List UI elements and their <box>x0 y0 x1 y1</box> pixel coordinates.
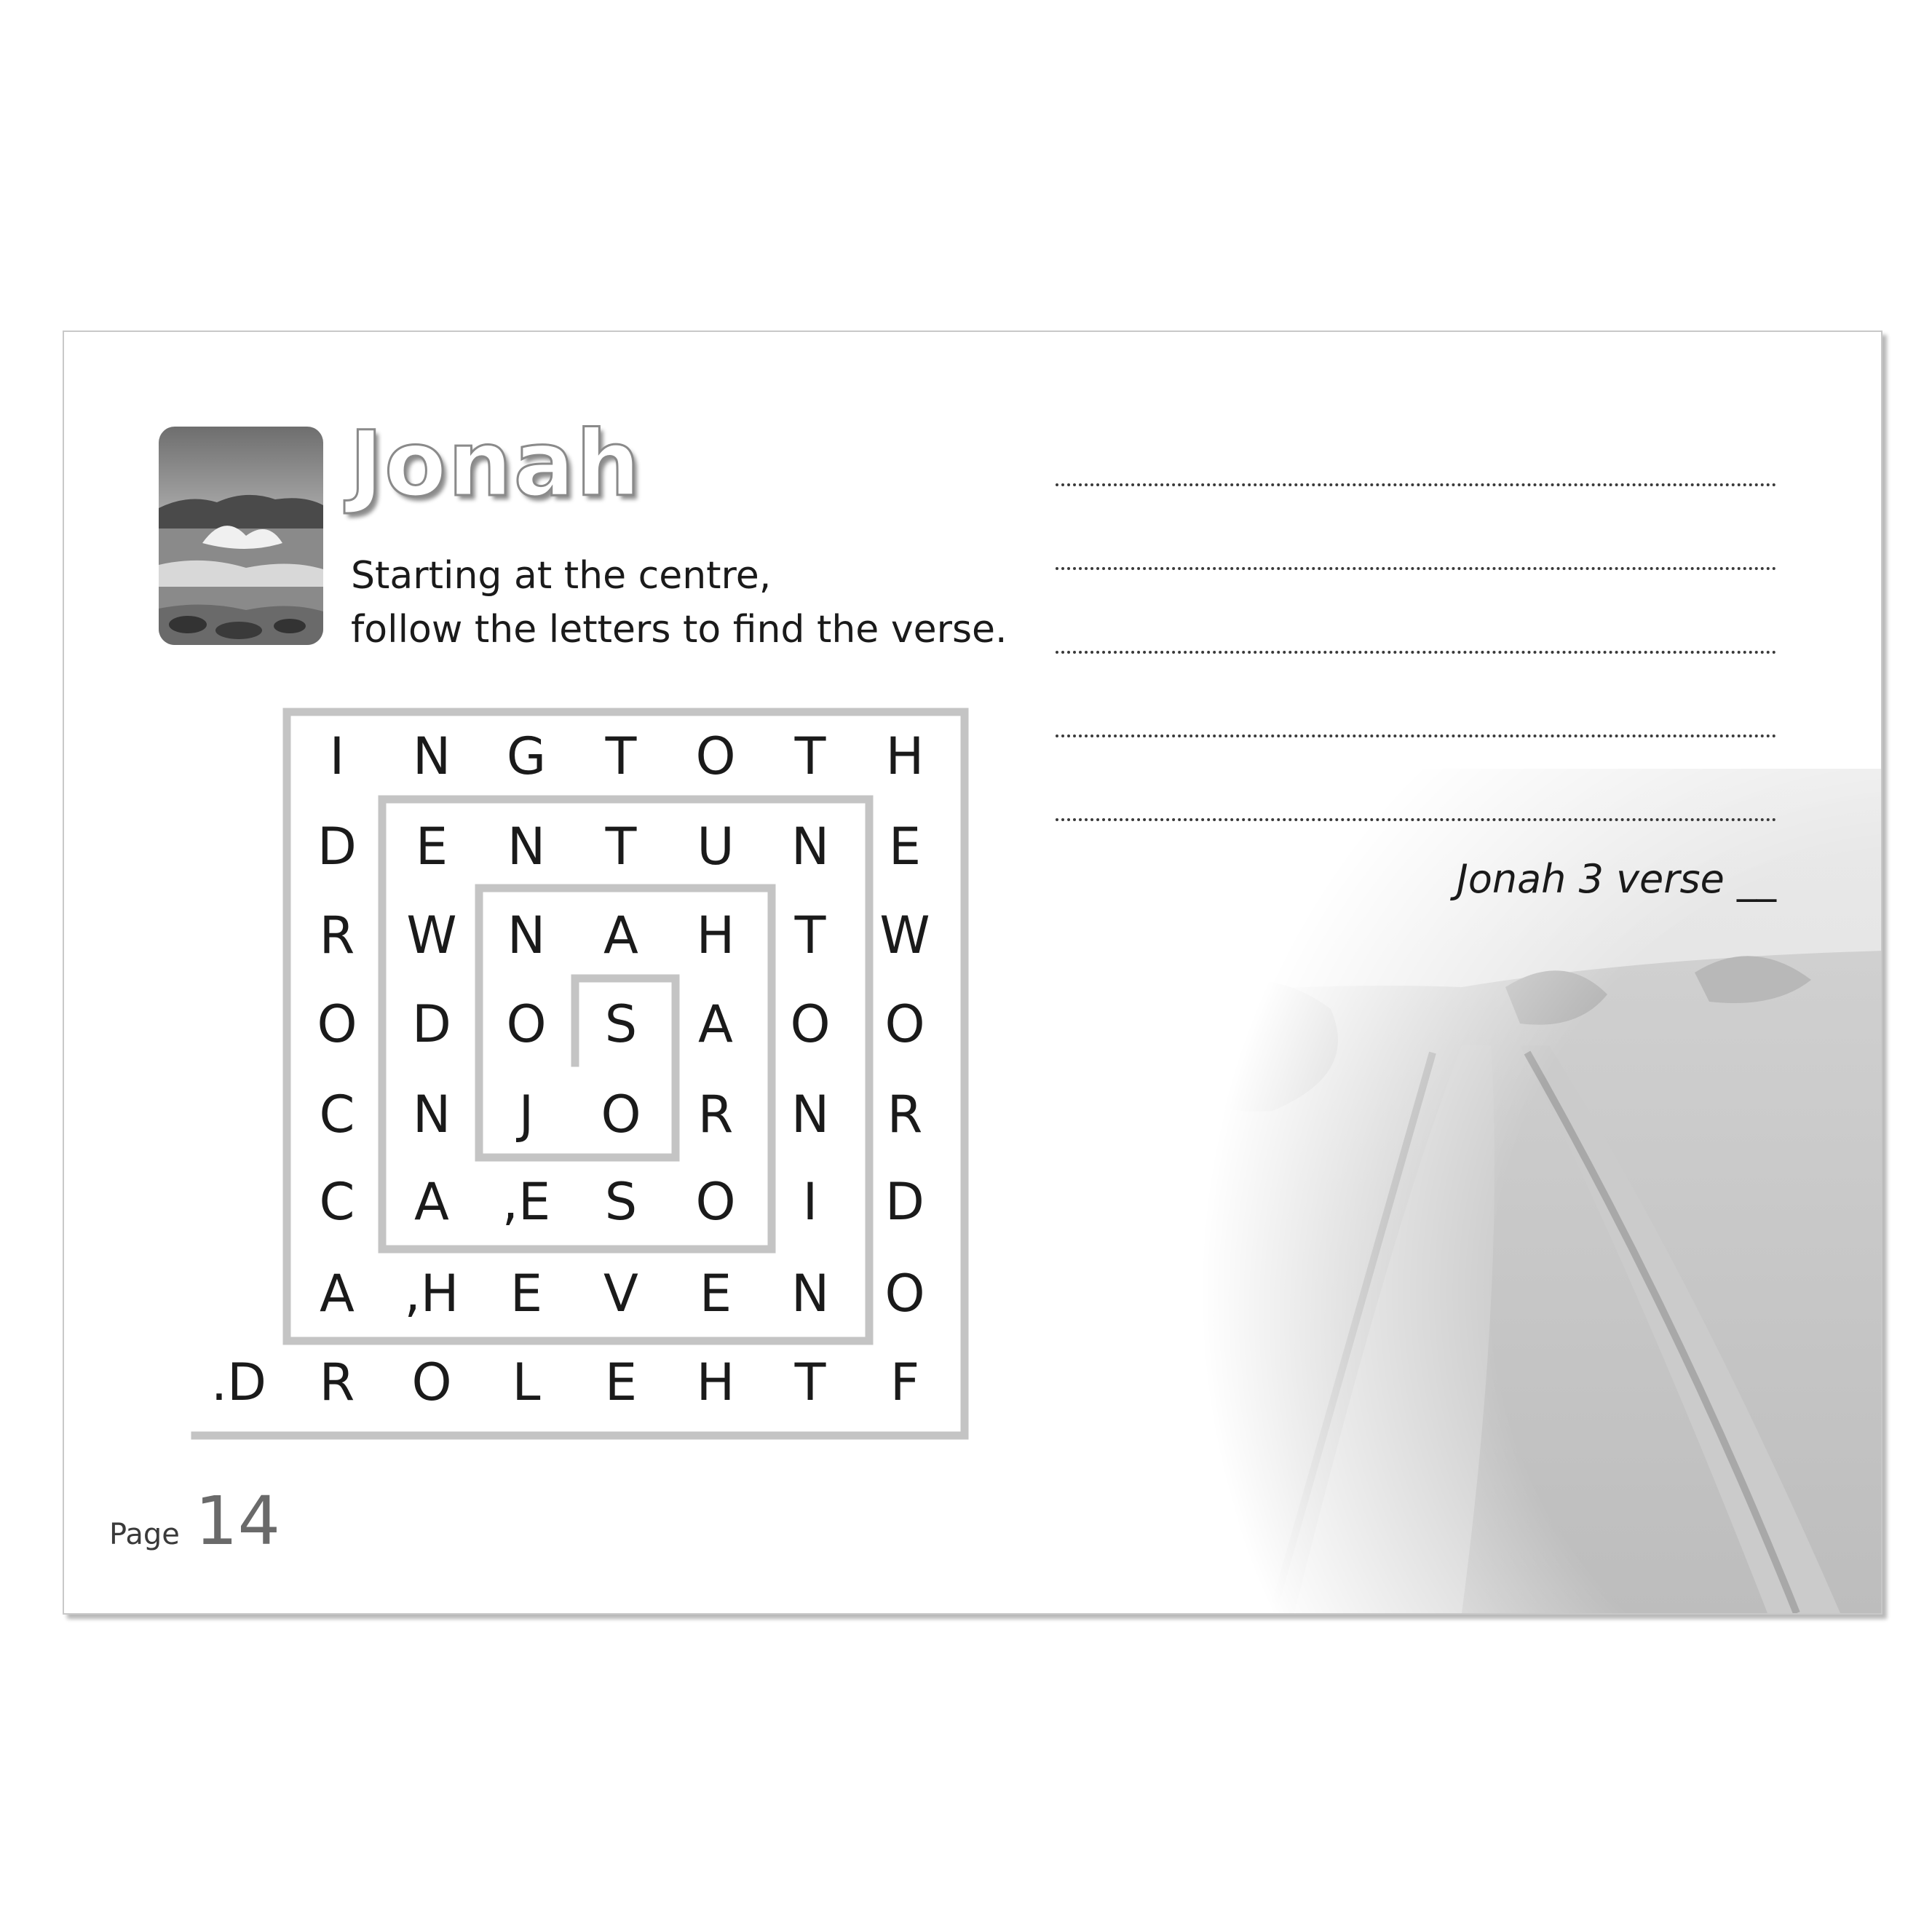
grid-letter: O <box>884 994 925 1054</box>
grid-letter: A <box>603 906 638 965</box>
grid-letter: J <box>518 1085 534 1144</box>
grid-letter: I <box>802 1172 818 1232</box>
grid-letter: T <box>794 906 826 965</box>
grid-letter: R <box>887 1085 923 1144</box>
grid-letter: E <box>415 817 448 876</box>
grid-letter: W <box>406 906 457 965</box>
grid-letter: N <box>791 1264 830 1323</box>
grid-letter: O <box>790 994 831 1054</box>
grid-letter: N <box>507 817 546 876</box>
grid-letter: R <box>697 1085 734 1144</box>
grid-letter: T <box>794 1353 826 1412</box>
grid-letter: O <box>884 1264 925 1323</box>
answer-line[interactable] <box>1056 735 1776 737</box>
grid-letter: F <box>890 1353 920 1412</box>
grid-letter: N <box>412 1085 451 1144</box>
grid-letter: O <box>317 994 357 1054</box>
grid-letter: .D <box>210 1353 267 1412</box>
worksheet-page: Jonah Starting at the centre, follow the… <box>63 330 1882 1615</box>
grid-letter: A <box>320 1264 355 1323</box>
grid-letter: S <box>604 994 638 1054</box>
grid-letter: D <box>412 994 451 1054</box>
page-label: Page <box>109 1518 180 1551</box>
grid-letter: H <box>885 727 925 786</box>
verse-reference: Jonah 3 verse __ <box>1456 856 1776 902</box>
grid-letter: L <box>512 1353 541 1412</box>
grid-letter: T <box>794 727 826 786</box>
grid-letter: E <box>888 817 922 876</box>
grid-letter: N <box>791 1085 830 1144</box>
grid-letter: G <box>506 727 547 786</box>
grid-letter: O <box>695 1172 736 1232</box>
grid-letter: O <box>695 727 736 786</box>
grid-letter: H <box>696 1353 735 1412</box>
answer-line[interactable] <box>1056 567 1776 570</box>
grid-letter: O <box>601 1085 641 1144</box>
maze-middle-line <box>378 795 874 1345</box>
grid-letter: ,H <box>404 1264 459 1323</box>
grid-letter: T <box>605 727 637 786</box>
grid-letter: E <box>604 1353 638 1412</box>
grid-letter: N <box>791 817 830 876</box>
grid-letter: O <box>411 1353 452 1412</box>
grid-letter: R <box>319 1353 355 1412</box>
grid-letter: A <box>414 1172 449 1232</box>
page-number: 14 <box>194 1482 281 1560</box>
grid-letter: D <box>885 1172 925 1232</box>
grid-letter: O <box>506 994 547 1054</box>
answer-line[interactable] <box>1056 483 1776 486</box>
answer-lines <box>1056 483 1776 902</box>
page-footer: Page 14 <box>109 1482 280 1560</box>
answer-line[interactable] <box>1056 818 1776 821</box>
grid-letter: H <box>696 906 735 965</box>
grid-letter: C <box>319 1172 355 1232</box>
grid-letter: E <box>510 1264 543 1323</box>
grid-letter: C <box>319 1085 355 1144</box>
grid-letter: S <box>604 1172 638 1232</box>
grid-letter: A <box>698 994 733 1054</box>
grid-letter: I <box>329 727 345 786</box>
grid-letter: N <box>507 906 546 965</box>
grid-letter: W <box>879 906 930 965</box>
grid-letter: E <box>699 1264 732 1323</box>
answer-line[interactable] <box>1056 651 1776 654</box>
grid-letter: V <box>603 1264 638 1323</box>
grid-letter: D <box>317 817 357 876</box>
grid-letter: T <box>605 817 637 876</box>
grid-letter: R <box>319 906 355 965</box>
grid-letter: ,E <box>502 1172 551 1232</box>
grid-letter: N <box>412 727 451 786</box>
grid-letter: U <box>697 817 735 876</box>
